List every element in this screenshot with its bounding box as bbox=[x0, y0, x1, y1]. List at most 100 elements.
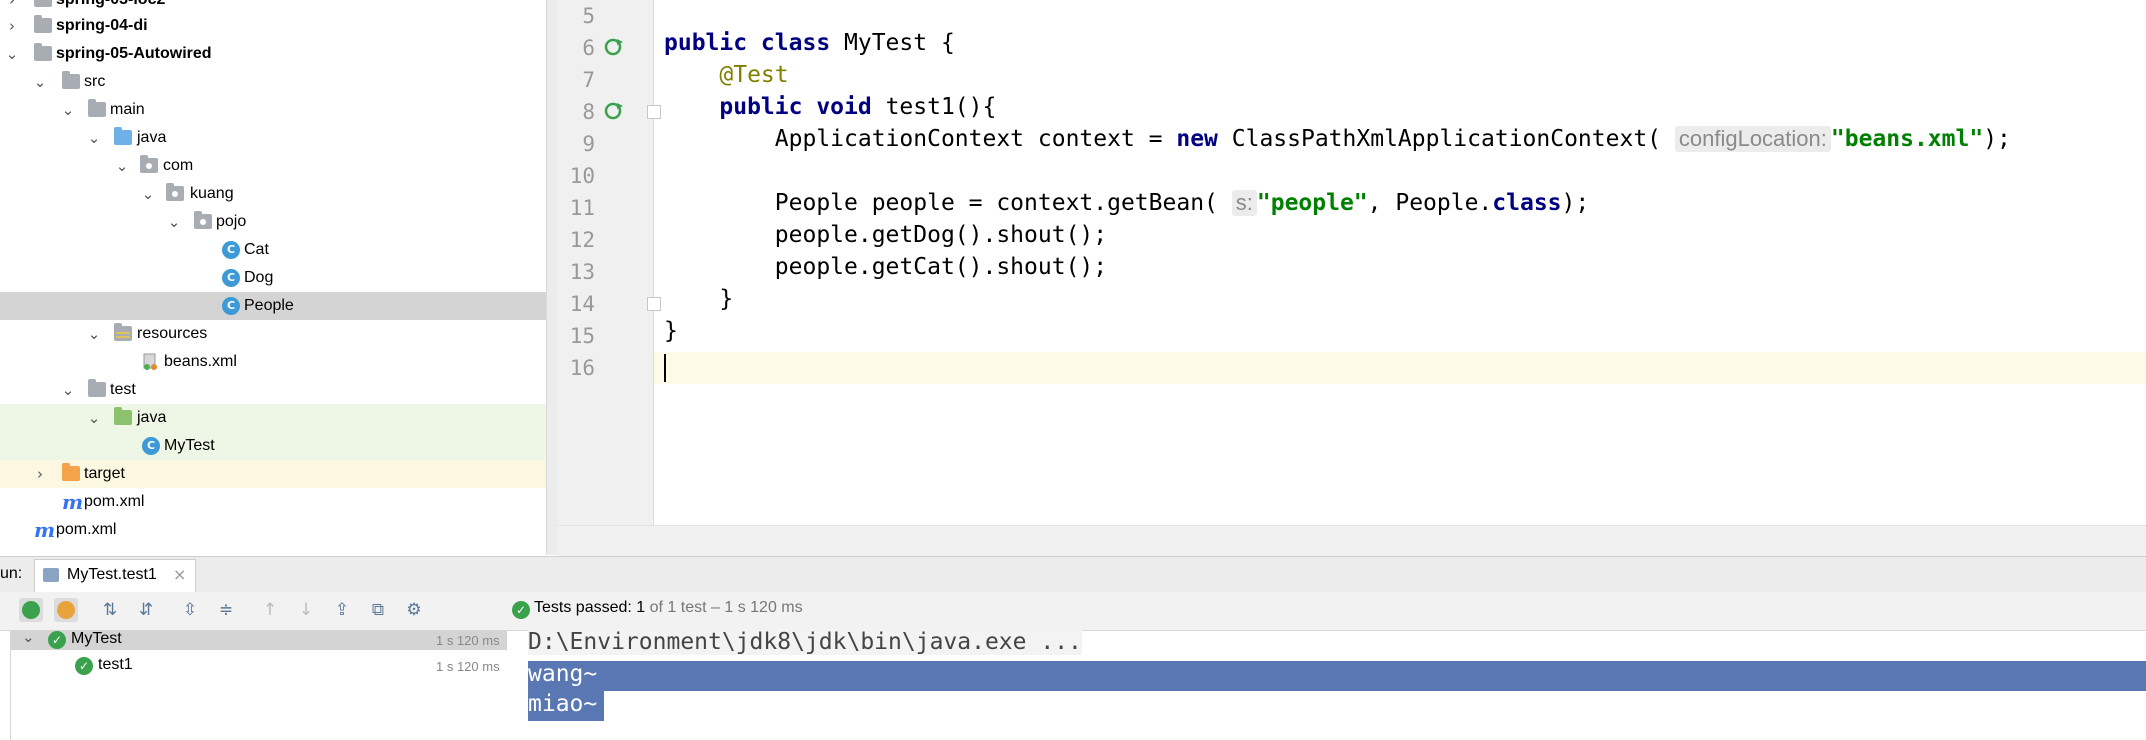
chevron-down-icon[interactable]: ⌄ bbox=[86, 404, 102, 432]
keyword: new bbox=[1176, 126, 1218, 152]
next-failed-icon[interactable]: ↓ bbox=[294, 598, 318, 622]
maven-icon: m bbox=[62, 490, 84, 514]
tree-item-label: People bbox=[244, 297, 294, 314]
tree-item-java-test[interactable]: ⌄ java bbox=[0, 404, 546, 432]
package-icon bbox=[194, 211, 212, 229]
tree-item-label: pom.xml bbox=[84, 493, 145, 510]
status-count: 1 bbox=[636, 599, 646, 616]
source-folder-icon bbox=[114, 127, 132, 145]
line-number: 15 bbox=[569, 324, 595, 348]
chevron-down-icon[interactable]: ⌄ bbox=[86, 124, 102, 152]
close-icon[interactable]: × bbox=[173, 565, 186, 584]
fold-icon[interactable] bbox=[647, 297, 661, 311]
chevron-down-icon[interactable]: ⌄ bbox=[86, 320, 102, 348]
line-number: 8 bbox=[582, 100, 595, 124]
folder-icon bbox=[88, 99, 106, 117]
tree-item-kuang[interactable]: ⌄ kuang bbox=[0, 180, 546, 208]
line-number: 12 bbox=[569, 228, 595, 252]
selection-highlight bbox=[528, 661, 2146, 691]
status-prefix: Tests passed: bbox=[534, 599, 632, 616]
class-icon: C bbox=[222, 269, 240, 287]
tree-item-target[interactable]: › target bbox=[0, 460, 546, 488]
tree-item-src[interactable]: ⌄ src bbox=[0, 68, 546, 96]
expand-all-icon[interactable]: ⇳ bbox=[178, 598, 202, 622]
module-folder-icon bbox=[34, 0, 52, 7]
chevron-down-icon[interactable]: ⌄ bbox=[4, 40, 20, 68]
code-text: ApplicationContext context = bbox=[774, 126, 1177, 152]
tree-item-label: Cat bbox=[244, 241, 269, 258]
tree-item-label: Dog bbox=[244, 269, 274, 286]
test-result-name[interactable]: test1 bbox=[98, 656, 133, 674]
tree-item-label: pojo bbox=[216, 213, 247, 230]
code-line-8: public void test1(){ bbox=[664, 94, 996, 120]
folder-icon bbox=[62, 71, 80, 89]
collapse-all-icon[interactable]: ≑ bbox=[214, 598, 238, 622]
chevron-down-icon[interactable]: ⌄ bbox=[22, 628, 35, 646]
tree-item-people[interactable]: C People bbox=[0, 292, 546, 320]
tree-item-beans-xml[interactable]: beans.xml bbox=[0, 348, 546, 376]
tree-item-cat[interactable]: C Cat bbox=[0, 236, 546, 264]
export-results-icon[interactable]: ⇪ bbox=[330, 598, 354, 622]
sort-by-duration-icon[interactable]: ⇵ bbox=[134, 598, 158, 622]
tree-item-spring-04-di[interactable]: › spring-04-di bbox=[0, 12, 546, 40]
class-icon: C bbox=[222, 297, 240, 315]
run-config-icon bbox=[43, 568, 59, 582]
code-line-15: } bbox=[664, 318, 678, 344]
chevron-down-icon[interactable]: ⌄ bbox=[140, 180, 156, 208]
code-text: ClassPathXmlApplicationContext( bbox=[1217, 126, 1662, 152]
tree-item-dog[interactable]: C Dog bbox=[0, 264, 546, 292]
tree-item-main[interactable]: ⌄ main bbox=[0, 96, 546, 124]
keyword: public void bbox=[719, 94, 872, 120]
chevron-right-icon[interactable]: › bbox=[4, 12, 20, 40]
chevron-right-icon[interactable]: › bbox=[32, 460, 48, 488]
chevron-down-icon[interactable]: ⌄ bbox=[60, 96, 76, 124]
test-folder-icon bbox=[114, 407, 132, 425]
tree-item-label: spring-05-Autowired bbox=[56, 45, 212, 62]
tests-passed-icon: ✓ bbox=[512, 601, 530, 619]
test-result-name: MyTest bbox=[71, 630, 122, 647]
resources-folder-icon bbox=[114, 323, 132, 341]
annotation: @Test bbox=[719, 62, 789, 88]
module-folder-icon bbox=[34, 15, 52, 33]
run-tool-window-header bbox=[0, 556, 2146, 593]
tree-item-label: main bbox=[110, 101, 145, 118]
show-ignored-icon[interactable] bbox=[54, 598, 78, 622]
keyword: class bbox=[1492, 190, 1562, 216]
chevron-down-icon[interactable]: ⌄ bbox=[114, 152, 130, 180]
tree-item-mytest[interactable]: C MyTest bbox=[0, 432, 546, 460]
tree-item-label: pom.xml bbox=[56, 521, 117, 538]
show-passed-icon[interactable] bbox=[19, 598, 43, 622]
run-test-method-icon[interactable] bbox=[604, 101, 624, 121]
text-caret bbox=[664, 354, 666, 382]
tree-item-java-main[interactable]: ⌄ java bbox=[0, 124, 546, 152]
run-test-class-icon[interactable] bbox=[604, 37, 624, 57]
tree-item-pom-xml-module[interactable]: m pom.xml bbox=[0, 488, 546, 516]
string-literal: "people" bbox=[1256, 190, 1368, 216]
tree-item-label: beans.xml bbox=[164, 353, 237, 370]
run-tab-mytest-test1[interactable]: MyTest.test1 × bbox=[34, 559, 196, 592]
tree-item-spring-05-autowired[interactable]: ⌄ spring-05-Autowired bbox=[0, 40, 546, 68]
chevron-down-icon[interactable]: ⌄ bbox=[60, 376, 76, 404]
import-results-icon[interactable]: ⧉ bbox=[366, 598, 390, 622]
sort-alphabetically-icon[interactable]: ⇅ bbox=[98, 598, 122, 622]
settings-icon[interactable]: ⚙ bbox=[402, 598, 426, 622]
line-number: 9 bbox=[582, 132, 595, 156]
chevron-down-icon[interactable]: ⌄ bbox=[166, 208, 182, 236]
tree-item-label: MyTest bbox=[164, 437, 215, 454]
tree-item-test[interactable]: ⌄ test bbox=[0, 376, 546, 404]
code-line-13: people.getCat().shout(); bbox=[664, 254, 1107, 280]
chevron-down-icon[interactable]: ⌄ bbox=[32, 68, 48, 96]
tree-item-pojo[interactable]: ⌄ pojo bbox=[0, 208, 546, 236]
maven-icon: m bbox=[34, 518, 56, 542]
tree-item-resources[interactable]: ⌄ resources bbox=[0, 320, 546, 348]
line-number: 10 bbox=[569, 164, 595, 188]
tree-splitter[interactable] bbox=[546, 0, 557, 555]
tree-item-com[interactable]: ⌄ com bbox=[0, 152, 546, 180]
line-number: 14 bbox=[569, 292, 595, 316]
code-line-11: People people = context.getBean( s: "peop… bbox=[664, 190, 1589, 216]
fold-icon[interactable] bbox=[647, 105, 661, 119]
code-line-6: public class MyTest { bbox=[664, 30, 955, 56]
previous-failed-icon[interactable]: ↑ bbox=[258, 598, 282, 622]
tree-item-pom-xml-root[interactable]: m pom.xml bbox=[0, 516, 546, 544]
code-text: } bbox=[664, 318, 678, 344]
